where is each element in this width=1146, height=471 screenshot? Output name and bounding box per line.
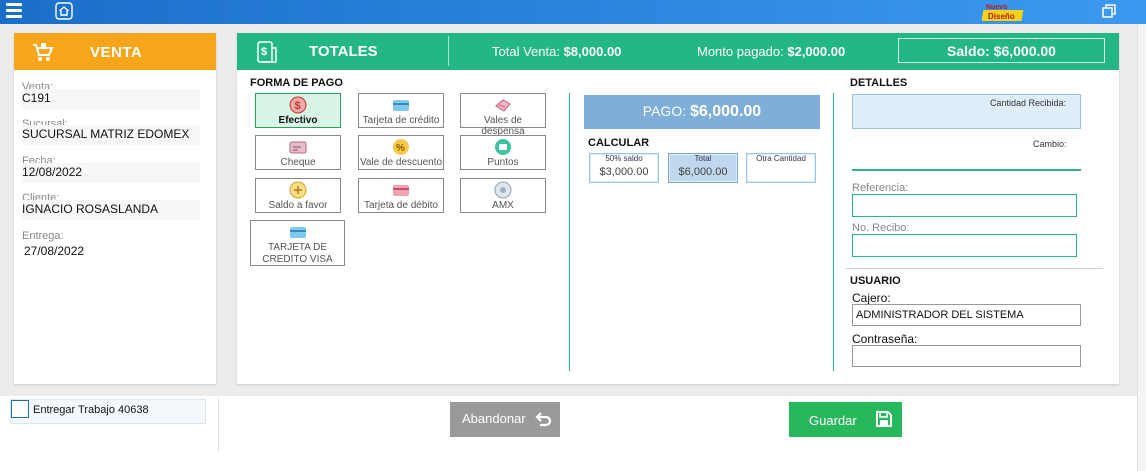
- shopping-cart-icon: [33, 43, 54, 61]
- venta-value: C191: [22, 89, 200, 109]
- calc-otra-cantidad-button[interactable]: Otra Cantidad: [746, 153, 816, 183]
- entrega-label: Entrega:: [22, 230, 64, 242]
- entregar-label: Entregar Trabajo 40638: [33, 404, 149, 416]
- pay-method-vale-descuento[interactable]: % Vale de descuento: [358, 135, 444, 170]
- top-bar: Nuevo Diseño: [0, 0, 1146, 24]
- referencia-input[interactable]: [852, 194, 1077, 217]
- credit-card-icon: [393, 100, 409, 111]
- calc-total-button[interactable]: Total $6,000.00: [668, 153, 738, 183]
- footer-divider: [218, 398, 219, 452]
- totales-header: $ TOTALES Total Venta: $8,000.00 Monto p…: [237, 33, 1119, 70]
- entrega-value: 27/08/2022: [24, 242, 202, 262]
- voucher-icon: [495, 99, 511, 112]
- svg-text:Nuevo: Nuevo: [986, 4, 1007, 11]
- svg-text:%: %: [396, 143, 405, 154]
- no-recibo-input[interactable]: [852, 234, 1077, 257]
- usuario-title: USUARIO: [850, 275, 901, 287]
- entregar-checkbox[interactable]: [11, 400, 29, 418]
- cantidad-recibida-input[interactable]: Cantidad Recibida:: [852, 94, 1081, 129]
- amx-icon: [494, 181, 512, 199]
- abandonar-button[interactable]: Abandonar: [450, 402, 560, 437]
- guardar-button[interactable]: Guardar: [789, 402, 902, 437]
- password-input[interactable]: [852, 345, 1081, 367]
- saldo-box: Saldo: $6,000.00: [898, 38, 1105, 63]
- calc-50-saldo-button[interactable]: 50% saldo $3,000.00: [589, 153, 659, 183]
- divider-right: [833, 93, 834, 371]
- pay-method-efectivo[interactable]: $ Efectivo: [255, 93, 341, 128]
- pay-method-cheque[interactable]: Cheque: [255, 135, 341, 170]
- save-disk-icon: [876, 411, 892, 427]
- cash-icon: $: [289, 96, 307, 114]
- password-label: Contraseña:: [852, 332, 918, 346]
- header-divider: [448, 36, 449, 66]
- cliente-value: IGNACIO ROSASLANDA: [22, 200, 200, 220]
- no-recibo-label: No. Recibo:: [852, 222, 910, 234]
- cambio-field: [852, 169, 1081, 171]
- detalles-title: DETALLES: [850, 77, 908, 89]
- pay-method-tarjeta-visa[interactable]: TARJETA DE CREDITO VISA: [250, 220, 345, 266]
- pay-method-tarjeta-debito[interactable]: Tarjeta de débito: [358, 178, 444, 213]
- forma-pago-title: FORMA DE PAGO: [250, 77, 343, 89]
- pay-method-saldo-favor[interactable]: Saldo a favor: [255, 178, 341, 213]
- vertical-scrollbar[interactable]: [1137, 24, 1146, 471]
- points-icon: [495, 139, 511, 155]
- bill-dollar-icon: $: [257, 41, 277, 63]
- venta-panel: VENTA Venta: C191 Sucursal: SUCURSAL MAT…: [14, 33, 216, 384]
- pay-method-puntos[interactable]: Puntos: [460, 135, 546, 170]
- venta-title: VENTA: [90, 44, 143, 61]
- undo-icon: [535, 412, 552, 427]
- cajero-label: Cajero:: [852, 291, 891, 305]
- pay-method-vales-despensa[interactable]: Vales de despensa: [460, 93, 546, 137]
- debit-card-icon: [393, 185, 409, 196]
- total-venta: Total Venta: $8,000.00: [492, 44, 622, 59]
- venta-header: VENTA: [14, 33, 216, 70]
- pago-display: PAGO: $6,000.00: [584, 95, 820, 129]
- referencia-label: Referencia:: [852, 182, 909, 194]
- nuevo-diseno-logo[interactable]: Nuevo Diseño: [982, 1, 1026, 23]
- balance-icon: [289, 181, 307, 199]
- pay-method-tarjeta-credito[interactable]: Tarjeta de crédito: [358, 93, 444, 128]
- pay-method-amx[interactable]: AMX: [460, 178, 546, 213]
- discount-icon: %: [393, 139, 409, 155]
- divider-left: [569, 93, 570, 371]
- window-restore-icon[interactable]: [1101, 3, 1117, 19]
- home-icon[interactable]: [55, 2, 73, 20]
- totales-title: TOTALES: [309, 43, 378, 60]
- sucursal-value: SUCURSAL MATRIZ EDOMEX: [22, 125, 200, 145]
- fecha-value: 12/08/2022: [22, 163, 200, 183]
- hamburger-menu-icon[interactable]: [6, 3, 22, 19]
- svg-text:Diseño: Diseño: [988, 12, 1015, 21]
- entregar-trabajo-checkbox-row[interactable]: Entregar Trabajo 40638: [10, 399, 206, 424]
- cajero-field[interactable]: ADMINISTRADOR DEL SISTEMA: [852, 304, 1081, 326]
- usuario-divider: [846, 268, 1103, 269]
- svg-text:$: $: [295, 100, 301, 112]
- calcular-title: CALCULAR: [588, 137, 650, 149]
- visa-card-icon: [289, 227, 306, 238]
- check-icon: [289, 141, 307, 154]
- svg-text:$: $: [261, 46, 267, 58]
- cambio-label: Cambio:: [1033, 139, 1067, 149]
- monto-pagado: Monto pagado: $2,000.00: [697, 44, 846, 59]
